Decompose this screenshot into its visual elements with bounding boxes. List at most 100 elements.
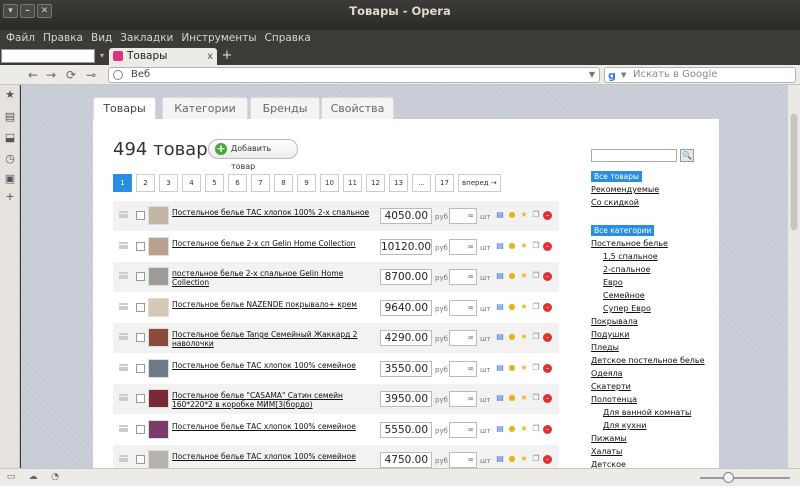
- category-link[interactable]: 1,5 спальное: [603, 252, 658, 262]
- row-checkbox[interactable]: [136, 272, 145, 281]
- history-icon[interactable]: ◷: [4, 153, 16, 165]
- visibility-bulb-icon[interactable]: ●: [507, 210, 517, 220]
- row-checkbox[interactable]: [136, 363, 145, 373]
- category-all[interactable]: Все категории: [591, 225, 655, 236]
- drag-handle-icon[interactable]: [119, 363, 128, 371]
- duplicate-icon[interactable]: ❐: [531, 302, 541, 312]
- product-name-link[interactable]: Постельное белье ТАС хлопок 100% семейно…: [172, 361, 377, 370]
- back-icon[interactable]: ←: [28, 67, 38, 83]
- featured-star-icon[interactable]: ★: [519, 210, 529, 220]
- category-link[interactable]: Детское: [591, 460, 626, 468]
- visibility-bulb-icon[interactable]: ●: [507, 241, 517, 251]
- stock-input[interactable]: ∞: [449, 452, 477, 468]
- delete-icon[interactable]: –: [543, 241, 552, 251]
- site-info-icon[interactable]: [113, 70, 123, 80]
- stock-input[interactable]: ∞: [449, 299, 477, 316]
- zoom-slider-track[interactable]: [700, 477, 790, 479]
- vertical-scrollbar[interactable]: [788, 85, 800, 468]
- category-link[interactable]: Пижамы: [591, 434, 627, 444]
- category-link[interactable]: Покрывала: [591, 317, 638, 327]
- page-button[interactable]: 8: [274, 174, 293, 192]
- featured-star-icon[interactable]: ★: [519, 241, 529, 251]
- tab-products[interactable]: Товары: [93, 97, 156, 119]
- drag-handle-icon[interactable]: [119, 394, 128, 401]
- edit-icon[interactable]: ▤: [495, 302, 505, 312]
- product-thumbnail[interactable]: [148, 358, 169, 378]
- tab-categories[interactable]: Категории: [162, 97, 248, 119]
- page-button[interactable]: 12: [366, 174, 385, 192]
- duplicate-icon[interactable]: ❐: [531, 363, 541, 373]
- product-name-link[interactable]: Постельное белье Tange Семейный Жаккард …: [172, 330, 377, 348]
- category-link[interactable]: Постельное белье: [591, 239, 668, 249]
- category-link[interactable]: Семейное: [603, 291, 645, 301]
- new-tab-button[interactable]: +: [220, 49, 234, 63]
- product-thumbnail[interactable]: [148, 419, 169, 439]
- page-button[interactable]: 10: [320, 174, 339, 192]
- product-thumbnail[interactable]: [148, 267, 169, 286]
- page-button[interactable]: 11: [343, 174, 362, 192]
- edit-icon[interactable]: ▤: [495, 332, 505, 342]
- category-link[interactable]: Детское постельное белье: [591, 356, 705, 366]
- close-window-icon[interactable]: ✕: [37, 4, 52, 18]
- page-button[interactable]: ...: [412, 174, 431, 192]
- visibility-bulb-icon[interactable]: ●: [507, 393, 517, 403]
- page-button[interactable]: 7: [251, 174, 270, 192]
- next-page-button[interactable]: вперед →: [458, 174, 501, 192]
- stock-input[interactable]: ∞: [449, 238, 477, 255]
- category-link[interactable]: Для ванной комнаты: [603, 408, 691, 418]
- stock-input[interactable]: ∞: [449, 391, 477, 407]
- featured-star-icon[interactable]: ★: [519, 454, 529, 464]
- duplicate-icon[interactable]: ❐: [531, 393, 541, 403]
- row-checkbox[interactable]: [136, 241, 145, 251]
- add-product-button[interactable]: + Добавить товар: [208, 139, 298, 171]
- product-name-link[interactable]: Постельное белье 2-х сп Gelin Home Colle…: [172, 239, 377, 248]
- menu-item-0[interactable]: Файл: [6, 30, 35, 46]
- stock-input[interactable]: ∞: [449, 360, 477, 377]
- delete-icon[interactable]: –: [543, 211, 552, 220]
- drag-handle-icon[interactable]: [119, 211, 128, 218]
- duplicate-icon[interactable]: ❐: [531, 332, 541, 342]
- featured-star-icon[interactable]: ★: [519, 393, 529, 403]
- delete-icon[interactable]: –: [543, 272, 552, 281]
- product-name-link[interactable]: Постельное белье ТАС хлопок 100% семейно…: [172, 452, 377, 461]
- featured-star-icon[interactable]: ★: [519, 302, 529, 312]
- minimize-icon[interactable]: –: [20, 4, 35, 18]
- product-thumbnail[interactable]: [148, 236, 169, 256]
- price-input[interactable]: 4750.00: [380, 452, 432, 468]
- panel-toggle-icon[interactable]: ▭: [6, 472, 16, 482]
- address-dropdown-icon[interactable]: ▼: [589, 68, 595, 82]
- featured-star-icon[interactable]: ★: [519, 363, 529, 373]
- menu-item-3[interactable]: Закладки: [120, 30, 173, 46]
- edit-icon[interactable]: ▤: [495, 363, 505, 373]
- downloads-icon[interactable]: ⬓: [4, 132, 16, 144]
- notes-icon[interactable]: ▤: [4, 111, 16, 123]
- drag-handle-icon[interactable]: [119, 455, 128, 462]
- tab-menu-icon[interactable]: ▾: [96, 48, 108, 64]
- row-checkbox[interactable]: [136, 394, 145, 403]
- edit-icon[interactable]: ▤: [495, 271, 505, 281]
- edit-icon[interactable]: ▤: [495, 424, 505, 434]
- price-input[interactable]: 9640.00: [380, 299, 432, 316]
- drag-handle-icon[interactable]: [119, 241, 128, 249]
- sidebar-search-input[interactable]: [591, 149, 677, 162]
- duplicate-icon[interactable]: ❐: [531, 210, 541, 220]
- drag-handle-icon[interactable]: [119, 302, 128, 310]
- category-link[interactable]: Для кухни: [603, 421, 646, 431]
- delete-icon[interactable]: –: [543, 394, 552, 403]
- reload-icon[interactable]: ⟳: [66, 67, 76, 83]
- product-thumbnail[interactable]: [148, 297, 169, 317]
- category-link[interactable]: Подушки: [591, 330, 630, 340]
- page-button[interactable]: 3: [159, 174, 178, 192]
- price-input[interactable]: 5550.00: [380, 421, 432, 438]
- price-input[interactable]: 8700.00: [380, 269, 432, 285]
- filter-recommended[interactable]: Рекомендуемые: [591, 185, 659, 195]
- price-input[interactable]: 4050.00: [380, 208, 432, 224]
- address-bar[interactable]: Веб ▼: [108, 67, 600, 83]
- visibility-bulb-icon[interactable]: ●: [507, 424, 517, 434]
- stock-input[interactable]: ∞: [449, 330, 477, 346]
- product-thumbnail[interactable]: [148, 450, 169, 468]
- category-link[interactable]: Евро: [603, 278, 623, 288]
- delete-icon[interactable]: –: [543, 455, 552, 464]
- row-checkbox[interactable]: [136, 424, 145, 434]
- price-input[interactable]: 3950.00: [380, 391, 432, 407]
